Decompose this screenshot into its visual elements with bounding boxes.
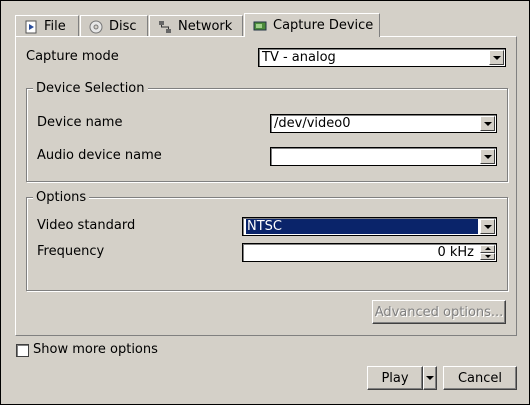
chevron-down-icon[interactable] (480, 149, 495, 164)
caret-down-icon (426, 376, 434, 380)
chevron-down-icon[interactable] (480, 252, 495, 260)
file-icon (24, 20, 38, 34)
play-button-label: Play (381, 370, 409, 386)
tab-network[interactable]: Network (149, 15, 243, 37)
tab-file[interactable]: File (15, 15, 79, 37)
play-button[interactable]: Play (367, 366, 423, 390)
capture-mode-select[interactable]: TV - analog (258, 48, 506, 67)
play-dropdown-button[interactable] (423, 366, 437, 390)
capture-mode-label: Capture mode (26, 49, 119, 64)
advanced-options-button[interactable]: Advanced options... (372, 300, 506, 324)
chevron-down-icon[interactable] (480, 116, 495, 131)
video-standard-value: NTSC (246, 219, 478, 234)
options-title: Options (33, 190, 90, 205)
capture-mode-value: TV - analog (262, 50, 336, 65)
tab-file-label: File (44, 19, 66, 34)
chevron-down-icon[interactable] (480, 219, 495, 234)
frequency-value: 0 kHz (437, 245, 474, 260)
tab-capture-device-label: Capture Device (273, 18, 374, 33)
device-name-label: Device name (37, 115, 123, 130)
tab-network-label: Network (178, 19, 233, 34)
open-media-dialog: File Disc Network Capture Device Capture… (0, 0, 530, 405)
network-icon (158, 20, 172, 34)
audio-device-select[interactable] (270, 147, 497, 166)
tab-bar: File Disc Network Capture Device (15, 13, 381, 37)
chevron-up-icon[interactable] (480, 245, 495, 253)
cancel-button-label: Cancel (457, 370, 503, 386)
video-standard-label: Video standard (37, 218, 136, 233)
tab-capture-device[interactable]: Capture Device (244, 13, 380, 37)
chevron-down-icon[interactable] (489, 50, 504, 65)
disc-icon (89, 20, 103, 34)
cancel-button[interactable]: Cancel (443, 366, 517, 390)
device-name-select[interactable]: /dev/video0 (270, 114, 497, 133)
frequency-spinbox[interactable]: 0 kHz (242, 243, 497, 262)
audio-device-label: Audio device name (37, 148, 162, 163)
frequency-label: Frequency (37, 244, 105, 259)
frequency-stepper[interactable] (480, 245, 495, 260)
device-name-value: /dev/video0 (274, 116, 351, 131)
capture-device-icon (253, 19, 267, 33)
capture-device-panel: Capture mode TV - analog Device Selectio… (15, 36, 517, 336)
tab-disc-label: Disc (109, 19, 137, 34)
show-more-options-label: Show more options (33, 342, 158, 357)
show-more-options-checkbox[interactable] (16, 344, 29, 357)
options-group: Options Video standard NTSC Frequency 0 … (26, 190, 508, 291)
device-selection-group: Device Selection Device name /dev/video0… (26, 81, 508, 182)
tab-disc[interactable]: Disc (80, 15, 148, 37)
video-standard-select[interactable]: NTSC (242, 217, 497, 236)
device-selection-title: Device Selection (33, 81, 148, 96)
